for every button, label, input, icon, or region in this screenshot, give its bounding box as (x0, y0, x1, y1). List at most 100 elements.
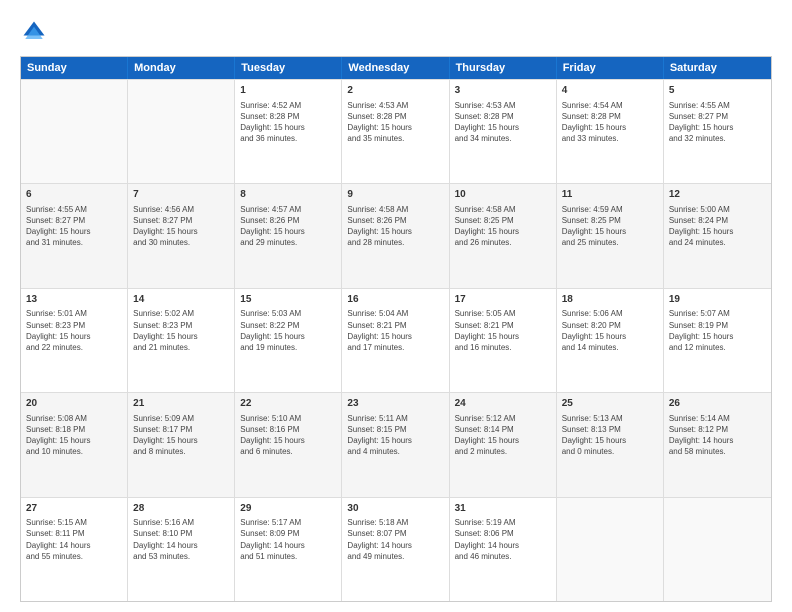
cell-info: Sunrise: 4:57 AM Sunset: 8:26 PM Dayligh… (240, 204, 336, 249)
cal-cell-day-18: 18Sunrise: 5:06 AM Sunset: 8:20 PM Dayli… (557, 289, 664, 392)
day-number: 25 (562, 397, 658, 411)
cal-week-4: 20 Sunrise: 5:08 AM Sunset: 8:18 PM Dayli… (21, 392, 771, 496)
cal-cell-day-22: 22Sunrise: 5:10 AM Sunset: 8:16 PM Dayli… (235, 393, 342, 496)
cell-info: Sunrise: 5:18 AM Sunset: 8:07 PM Dayligh… (347, 517, 443, 562)
cell-info: Sunrise: 5:03 AM Sunset: 8:22 PM Dayligh… (240, 308, 336, 353)
cell-info: Sunrise: 5:02 AM Sunset: 8:23 PM Dayligh… (133, 308, 229, 353)
cal-cell-day-19: 19Sunrise: 5:07 AM Sunset: 8:19 PM Dayli… (664, 289, 771, 392)
day-number: 6 (26, 188, 122, 202)
cal-cell-day-9: 9 Sunrise: 4:58 AM Sunset: 8:26 PM Daylig… (342, 184, 449, 287)
cal-header-tuesday: Tuesday (235, 57, 342, 79)
cal-cell-day-23: 23Sunrise: 5:11 AM Sunset: 8:15 PM Dayli… (342, 393, 449, 496)
cell-info: Sunrise: 4:59 AM Sunset: 8:25 PM Dayligh… (562, 204, 658, 249)
cal-header-sunday: Sunday (21, 57, 128, 79)
cell-info: Sunrise: 4:58 AM Sunset: 8:25 PM Dayligh… (455, 204, 551, 249)
day-number: 28 (133, 502, 229, 516)
day-number: 27 (26, 502, 122, 516)
cal-header-wednesday: Wednesday (342, 57, 449, 79)
cell-info: Sunrise: 5:19 AM Sunset: 8:06 PM Dayligh… (455, 517, 551, 562)
cell-info: Sunrise: 5:15 AM Sunset: 8:11 PM Dayligh… (26, 517, 122, 562)
cell-info: Sunrise: 4:53 AM Sunset: 8:28 PM Dayligh… (347, 100, 443, 145)
cell-info: Sunrise: 5:01 AM Sunset: 8:23 PM Dayligh… (26, 308, 122, 353)
cal-cell-day-4: 4 Sunrise: 4:54 AM Sunset: 8:28 PM Daylig… (557, 80, 664, 183)
cell-info: Sunrise: 5:12 AM Sunset: 8:14 PM Dayligh… (455, 413, 551, 458)
day-number: 17 (455, 293, 551, 307)
cal-cell-empty (664, 498, 771, 601)
cal-cell-day-3: 3 Sunrise: 4:53 AM Sunset: 8:28 PM Daylig… (450, 80, 557, 183)
cell-info: Sunrise: 5:11 AM Sunset: 8:15 PM Dayligh… (347, 413, 443, 458)
calendar-header-row: SundayMondayTuesdayWednesdayThursdayFrid… (21, 57, 771, 79)
day-number: 30 (347, 502, 443, 516)
logo-icon (20, 18, 48, 46)
cell-info: Sunrise: 5:06 AM Sunset: 8:20 PM Dayligh… (562, 308, 658, 353)
cell-info: Sunrise: 5:17 AM Sunset: 8:09 PM Dayligh… (240, 517, 336, 562)
cal-cell-day-21: 21Sunrise: 5:09 AM Sunset: 8:17 PM Dayli… (128, 393, 235, 496)
cal-cell-day-30: 30Sunrise: 5:18 AM Sunset: 8:07 PM Dayli… (342, 498, 449, 601)
day-number: 8 (240, 188, 336, 202)
cell-info: Sunrise: 5:10 AM Sunset: 8:16 PM Dayligh… (240, 413, 336, 458)
cal-cell-day-10: 10 Sunrise: 4:58 AM Sunset: 8:25 PM Dayli… (450, 184, 557, 287)
cell-info: Sunrise: 4:56 AM Sunset: 8:27 PM Dayligh… (133, 204, 229, 249)
cell-info: Sunrise: 4:52 AM Sunset: 8:28 PM Dayligh… (240, 100, 336, 145)
day-number: 21 (133, 397, 229, 411)
cal-cell-day-6: 6 Sunrise: 4:55 AM Sunset: 8:27 PM Daylig… (21, 184, 128, 287)
cal-week-1: 1 Sunrise: 4:52 AM Sunset: 8:28 PM Daylig… (21, 79, 771, 183)
day-number: 1 (240, 84, 336, 98)
day-number: 18 (562, 293, 658, 307)
cal-cell-day-28: 28Sunrise: 5:16 AM Sunset: 8:10 PM Dayli… (128, 498, 235, 601)
cell-info: Sunrise: 4:55 AM Sunset: 8:27 PM Dayligh… (26, 204, 122, 249)
cal-header-friday: Friday (557, 57, 664, 79)
cal-cell-day-17: 17Sunrise: 5:05 AM Sunset: 8:21 PM Dayli… (450, 289, 557, 392)
cal-cell-day-11: 11 Sunrise: 4:59 AM Sunset: 8:25 PM Dayli… (557, 184, 664, 287)
cal-week-3: 13Sunrise: 5:01 AM Sunset: 8:23 PM Dayli… (21, 288, 771, 392)
cell-info: Sunrise: 4:53 AM Sunset: 8:28 PM Dayligh… (455, 100, 551, 145)
cell-info: Sunrise: 5:04 AM Sunset: 8:21 PM Dayligh… (347, 308, 443, 353)
cell-info: Sunrise: 4:58 AM Sunset: 8:26 PM Dayligh… (347, 204, 443, 249)
cal-cell-day-12: 12 Sunrise: 5:00 AM Sunset: 8:24 PM Dayli… (664, 184, 771, 287)
cal-header-thursday: Thursday (450, 57, 557, 79)
page: SundayMondayTuesdayWednesdayThursdayFrid… (0, 0, 792, 612)
day-number: 14 (133, 293, 229, 307)
cal-cell-day-7: 7 Sunrise: 4:56 AM Sunset: 8:27 PM Daylig… (128, 184, 235, 287)
day-number: 13 (26, 293, 122, 307)
cal-cell-empty (21, 80, 128, 183)
cal-cell-day-5: 5 Sunrise: 4:55 AM Sunset: 8:27 PM Daylig… (664, 80, 771, 183)
cell-info: Sunrise: 5:00 AM Sunset: 8:24 PM Dayligh… (669, 204, 766, 249)
cell-info: Sunrise: 5:14 AM Sunset: 8:12 PM Dayligh… (669, 413, 766, 458)
cal-cell-day-31: 31Sunrise: 5:19 AM Sunset: 8:06 PM Dayli… (450, 498, 557, 601)
day-number: 9 (347, 188, 443, 202)
cal-cell-day-29: 29Sunrise: 5:17 AM Sunset: 8:09 PM Dayli… (235, 498, 342, 601)
day-number: 10 (455, 188, 551, 202)
cell-info: Sunrise: 5:16 AM Sunset: 8:10 PM Dayligh… (133, 517, 229, 562)
cell-info: Sunrise: 4:54 AM Sunset: 8:28 PM Dayligh… (562, 100, 658, 145)
day-number: 12 (669, 188, 766, 202)
cal-cell-empty (128, 80, 235, 183)
header (20, 18, 772, 46)
day-number: 31 (455, 502, 551, 516)
day-number: 15 (240, 293, 336, 307)
cal-week-2: 6 Sunrise: 4:55 AM Sunset: 8:27 PM Daylig… (21, 183, 771, 287)
day-number: 4 (562, 84, 658, 98)
cell-info: Sunrise: 5:05 AM Sunset: 8:21 PM Dayligh… (455, 308, 551, 353)
day-number: 2 (347, 84, 443, 98)
day-number: 5 (669, 84, 766, 98)
day-number: 7 (133, 188, 229, 202)
cal-header-saturday: Saturday (664, 57, 771, 79)
day-number: 24 (455, 397, 551, 411)
day-number: 20 (26, 397, 122, 411)
cal-cell-day-27: 27Sunrise: 5:15 AM Sunset: 8:11 PM Dayli… (21, 498, 128, 601)
cell-info: Sunrise: 4:55 AM Sunset: 8:27 PM Dayligh… (669, 100, 766, 145)
day-number: 3 (455, 84, 551, 98)
cell-info: Sunrise: 5:08 AM Sunset: 8:18 PM Dayligh… (26, 413, 122, 458)
cal-cell-day-26: 26Sunrise: 5:14 AM Sunset: 8:12 PM Dayli… (664, 393, 771, 496)
cal-week-5: 27Sunrise: 5:15 AM Sunset: 8:11 PM Dayli… (21, 497, 771, 601)
cal-cell-day-2: 2 Sunrise: 4:53 AM Sunset: 8:28 PM Daylig… (342, 80, 449, 183)
day-number: 16 (347, 293, 443, 307)
cal-cell-day-13: 13Sunrise: 5:01 AM Sunset: 8:23 PM Dayli… (21, 289, 128, 392)
cal-cell-day-25: 25Sunrise: 5:13 AM Sunset: 8:13 PM Dayli… (557, 393, 664, 496)
cal-cell-empty (557, 498, 664, 601)
day-number: 11 (562, 188, 658, 202)
logo (20, 18, 52, 46)
cal-cell-day-14: 14Sunrise: 5:02 AM Sunset: 8:23 PM Dayli… (128, 289, 235, 392)
cal-cell-day-8: 8 Sunrise: 4:57 AM Sunset: 8:26 PM Daylig… (235, 184, 342, 287)
